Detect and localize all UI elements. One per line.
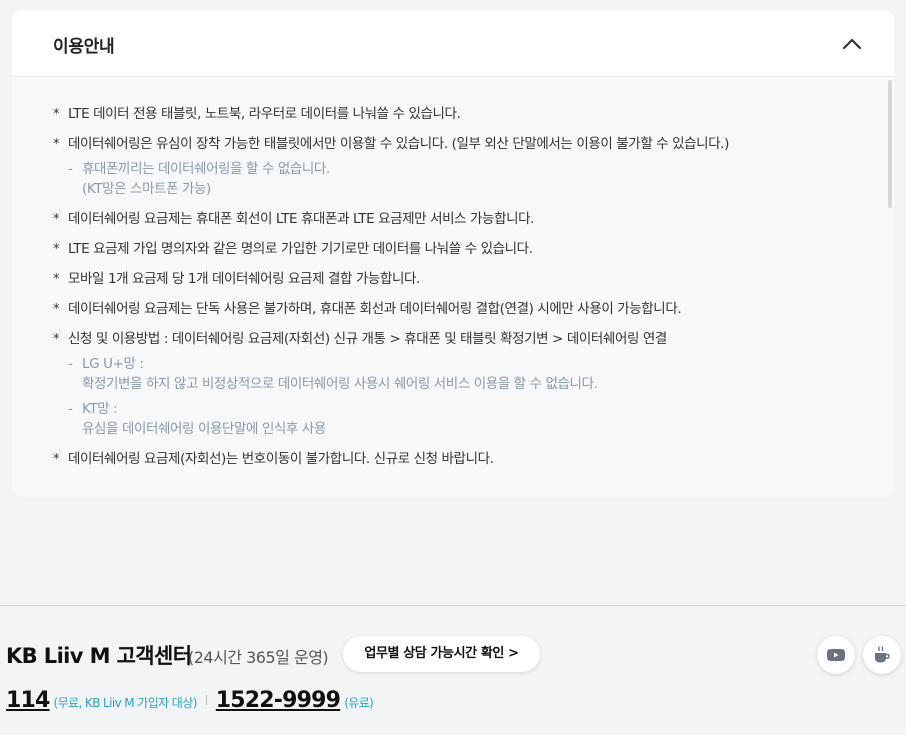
- bullet: *: [53, 107, 60, 122]
- panel-header[interactable]: 이용안내: [12, 10, 894, 77]
- list-item: * LTE 데이터 전용 태블릿, 노트북, 라우터로 데이터를 나눠쓸 수 있…: [12, 104, 894, 124]
- scrollbar-thumb[interactable]: [888, 80, 892, 208]
- panel-body: * LTE 데이터 전용 태블릿, 노트북, 라우터로 데이터를 나눠쓸 수 있…: [12, 78, 894, 497]
- sub-line: KT망 :: [82, 401, 118, 417]
- bullet: *: [53, 242, 60, 257]
- dash: -: [68, 161, 73, 177]
- panel-title: 이용안내: [53, 37, 115, 57]
- sub-line: 유심을 데이터쉐어링 이용단말에 인식후 사용: [82, 421, 326, 437]
- sub-line: 확정기변을 하지 않고 비정상적으로 데이터쉐어링 사용시 쉐어링 서비스 이용…: [82, 376, 598, 392]
- notes-list: * LTE 데이터 전용 태블릿, 노트북, 라우터로 데이터를 나눠쓸 수 있…: [12, 78, 894, 469]
- list-item: * 데이터쉐어링 요금제는 단독 사용은 불가하며, 휴대폰 회선과 데이터쉐어…: [12, 299, 894, 319]
- sub-line: LG U+망 :: [82, 356, 144, 372]
- list-item: * 데이터쉐어링은 유심이 장착 가능한 태블릿에서만 이용할 수 있습니다. …: [12, 134, 894, 199]
- youtube-icon: [827, 649, 845, 661]
- note-text: 신청 및 이용방법 : 데이터쉐어링 요금제(자회선) 신규 개통 > 휴대폰 …: [68, 331, 667, 347]
- usage-guide-panel: 이용안내 * LTE 데이터 전용 태블릿, 노트북, 라우터로 데이터를 나눠…: [12, 10, 894, 497]
- phone-note-paid: (유료): [344, 696, 374, 710]
- phone-row: 114 (무료, KB Liiv M 가입자 대상) 1522-9999 (유료): [6, 688, 374, 718]
- bullet: *: [53, 332, 60, 347]
- bullet: *: [53, 212, 60, 227]
- list-item: * LTE 요금제 가입 명의자와 같은 명의로 가입한 기기로만 데이터를 나…: [12, 239, 894, 259]
- note-text: 데이터쉐어링 요금제는 단독 사용은 불가하며, 휴대폰 회선과 데이터쉐어링 …: [68, 301, 682, 317]
- sub-line: 휴대폰끼리는 데이터쉐어링을 할 수 없습니다.: [82, 161, 330, 177]
- sub-item: - LG U+망 : 확정기변을 하지 않고 비정상적으로 데이터쉐어링 사용시…: [68, 354, 894, 394]
- note-text: LTE 데이터 전용 태블릿, 노트북, 라우터로 데이터를 나눠쓸 수 있습니…: [68, 106, 461, 122]
- bullet: *: [53, 452, 60, 467]
- customer-center-hours: (24시간 365일 운영): [188, 648, 329, 667]
- note-text: 모바일 1개 요금제 당 1개 데이터쉐어링 요금제 결합 가능합니다.: [68, 271, 420, 287]
- scrollbar[interactable]: [886, 78, 894, 497]
- bullet: *: [53, 137, 60, 152]
- customer-center-title: KB Liiv M 고객센터: [6, 644, 192, 668]
- phone-note-free: (무료, KB Liiv M 가입자 대상): [53, 696, 198, 710]
- chevron-up-icon: [842, 38, 862, 50]
- dash: -: [68, 356, 73, 372]
- phone-number-paid[interactable]: 1522-9999: [216, 688, 341, 713]
- sub-item: - KT망 : 유심을 데이터쉐어링 이용단말에 인식후 사용: [68, 399, 894, 439]
- list-item: * 데이터쉐어링 요금제(자회선)는 번호이동이 불가합니다. 신규로 신청 바…: [12, 449, 894, 469]
- footer-divider: [0, 605, 906, 606]
- sub-line: (KT망은 스마트폰 가능): [82, 181, 211, 197]
- collapse-button[interactable]: [840, 32, 864, 56]
- phone-number-free[interactable]: 114: [6, 688, 50, 713]
- note-text: 데이터쉐어링은 유심이 장착 가능한 태블릿에서만 이용할 수 있습니다. (일…: [68, 136, 729, 152]
- list-item: * 데이터쉐어링 요금제는 휴대폰 회선이 LTE 휴대폰과 LTE 요금제만 …: [12, 209, 894, 229]
- phone-separator: [205, 695, 207, 705]
- bullet: *: [53, 302, 60, 317]
- cafe-button[interactable]: [863, 636, 901, 674]
- sub-list: - LG U+망 : 확정기변을 하지 않고 비정상적으로 데이터쉐어링 사용시…: [68, 354, 894, 439]
- bullet: *: [53, 272, 60, 287]
- sub-item: - 휴대폰끼리는 데이터쉐어링을 할 수 없습니다. (KT망은 스마트폰 가능…: [68, 159, 894, 199]
- hours-check-button[interactable]: 업무별 상담 가능시간 확인 >: [343, 636, 540, 672]
- list-item: * 신청 및 이용방법 : 데이터쉐어링 요금제(자회선) 신규 개통 > 휴대…: [12, 329, 894, 439]
- note-text: LTE 요금제 가입 명의자와 같은 명의로 가입한 기기로만 데이터를 나눠쓸…: [68, 241, 533, 257]
- note-text: 데이터쉐어링 요금제(자회선)는 번호이동이 불가합니다. 신규로 신청 바랍니…: [68, 451, 494, 467]
- dash: -: [68, 401, 73, 417]
- sub-list: - 휴대폰끼리는 데이터쉐어링을 할 수 없습니다. (KT망은 스마트폰 가능…: [68, 159, 894, 199]
- note-text: 데이터쉐어링 요금제는 휴대폰 회선이 LTE 휴대폰과 LTE 요금제만 서비…: [68, 211, 535, 227]
- cafe-icon: [875, 646, 890, 663]
- list-item: * 모바일 1개 요금제 당 1개 데이터쉐어링 요금제 결합 가능합니다.: [12, 269, 894, 289]
- youtube-button[interactable]: [817, 636, 855, 674]
